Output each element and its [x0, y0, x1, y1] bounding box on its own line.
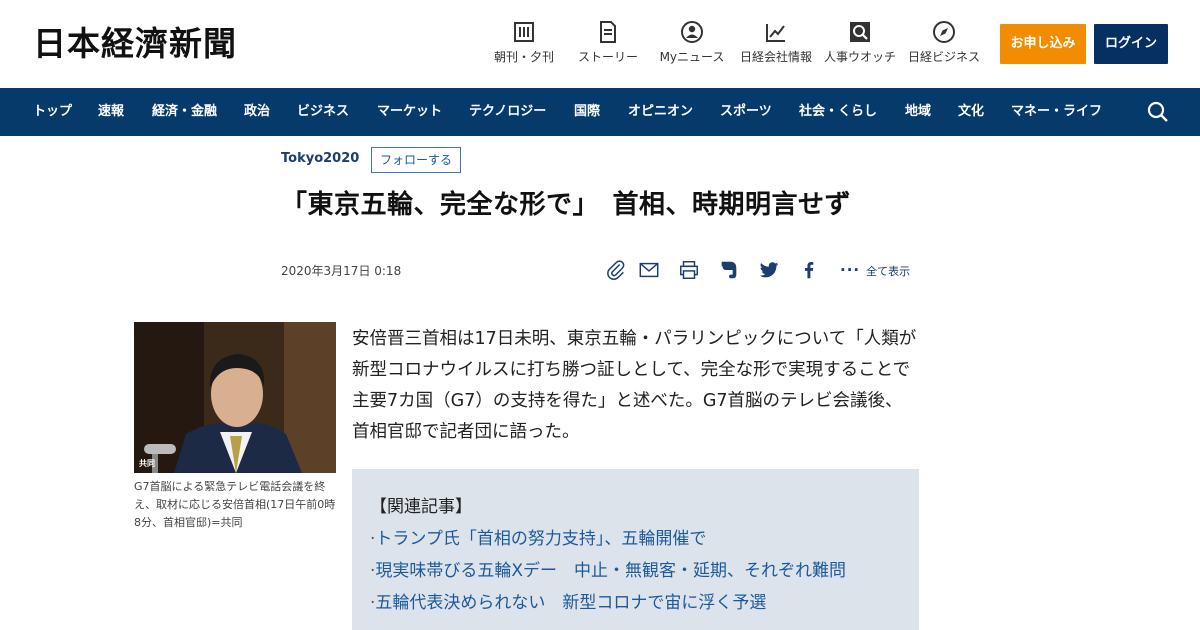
compass-icon: [933, 21, 955, 43]
related-articles: 【関連記事】 ·トランプ氏「首相の努力支持」、五輪開催で ·現実味帯びる五輪Xデ…: [352, 469, 919, 630]
nav-label: 人事ウオッチ: [824, 50, 897, 64]
nav-item-money-life[interactable]: マネー・ライフ: [1011, 88, 1102, 136]
related-heading: 【関連記事】: [370, 497, 472, 517]
nav-label: 朝刊・夕刊: [494, 50, 555, 64]
nav-item-economy[interactable]: 経済・金融: [152, 88, 217, 136]
related-link[interactable]: ·五輪代表決められない 新型コロナで宙に浮く予選: [370, 587, 901, 619]
facebook-icon[interactable]: [798, 259, 820, 281]
chart-icon: [766, 24, 785, 42]
photo-image: [134, 322, 336, 473]
follow-button[interactable]: フォローする: [371, 147, 461, 173]
related-link[interactable]: ·トランプ氏「首相の努力支持」、五輪開催で: [370, 523, 901, 555]
person-icon: [681, 21, 703, 43]
article-photo[interactable]: 共同: [134, 322, 336, 473]
nav-company-info[interactable]: 日経会社情報: [740, 20, 812, 70]
nav-label: ストーリー: [577, 50, 638, 64]
site-logo[interactable]: 日本経濟新聞: [33, 24, 237, 64]
clip-icon[interactable]: [605, 259, 627, 281]
show-all-label: 全て表示: [866, 265, 911, 278]
nav-item-business[interactable]: ビジネス: [297, 88, 349, 136]
nav-nikkei-business[interactable]: 日経ビジネス: [908, 20, 980, 70]
print-icon[interactable]: [678, 259, 700, 281]
related-link-text: 五輪代表決められない 新型コロナで宙に浮く予選: [375, 593, 767, 613]
nav-item-sports[interactable]: スポーツ: [720, 88, 772, 136]
mail-icon[interactable]: [638, 259, 660, 281]
article-title: 「東京五輪、完全な形で」 首相、時期明言せず: [281, 190, 852, 220]
nav-label: 日経会社情報: [740, 50, 813, 64]
photo-caption: G7首脳による緊急テレビ電話会議を終え、取材に応じる安倍首相(17日午前0時8分…: [134, 480, 336, 529]
main-navigation: トップ 速報 経済・金融 政治 ビジネス マーケット テクノロジー 国際 オピニ…: [0, 88, 1200, 136]
nav-item-technology[interactable]: テクノロジー: [469, 88, 546, 136]
twitter-icon[interactable]: [758, 259, 780, 281]
subscribe-button[interactable]: お申し込み: [1000, 24, 1086, 64]
document-icon: [600, 21, 616, 43]
nav-my-news[interactable]: Myニュース: [659, 20, 725, 70]
article-lead: 安倍晋三首相は17日未明、東京五輪・パラリンピックについて「人類が新型コロナウイ…: [352, 329, 917, 442]
nav-morning-evening[interactable]: 朝刊・夕刊: [494, 20, 554, 70]
photo-credit: 共同: [139, 459, 155, 468]
nav-label: Myニュース: [659, 50, 725, 64]
nav-story[interactable]: ストーリー: [577, 20, 639, 70]
newspaper-icon: [514, 22, 534, 42]
nav-item-breaking[interactable]: 速報: [98, 88, 124, 136]
search-icon[interactable]: [1146, 100, 1170, 124]
nav-item-society[interactable]: 社会・くらし: [799, 88, 877, 136]
site-header: 日本経濟新聞 朝刊・夕刊 ストーリー Myニュース 日経会社情報 人事ウオッチ …: [0, 0, 1200, 88]
related-link[interactable]: ·現実味帯びる五輪Xデー 中止・無観客・延期、それぞれ難問: [370, 555, 901, 587]
more-dots-icon: ···: [840, 261, 861, 279]
topic-label[interactable]: Tokyo2020: [281, 151, 359, 166]
nav-item-international[interactable]: 国際: [574, 88, 600, 136]
login-button[interactable]: ログイン: [1094, 24, 1168, 64]
nav-item-market[interactable]: マーケット: [377, 88, 442, 136]
nav-item-opinion[interactable]: オピニオン: [628, 88, 693, 136]
nav-item-culture[interactable]: 文化: [958, 88, 984, 136]
nav-personnel-watch[interactable]: 人事ウオッチ: [824, 20, 896, 70]
evernote-icon[interactable]: [718, 259, 740, 281]
publish-date: 2020年3月17日 0:18: [281, 264, 402, 278]
related-link-text: トランプ氏「首相の努力支持」、五輪開催で: [375, 529, 707, 549]
show-all-share[interactable]: ··· 全て表示: [840, 261, 911, 279]
nav-label: 日経ビジネス: [908, 50, 981, 64]
nav-item-politics[interactable]: 政治: [244, 88, 270, 136]
related-link-text: 現実味帯びる五輪Xデー 中止・無観客・延期、それぞれ難問: [375, 561, 847, 581]
nav-item-top[interactable]: トップ: [33, 88, 72, 136]
magnifier-icon: [850, 22, 870, 42]
nav-item-region[interactable]: 地域: [905, 88, 931, 136]
